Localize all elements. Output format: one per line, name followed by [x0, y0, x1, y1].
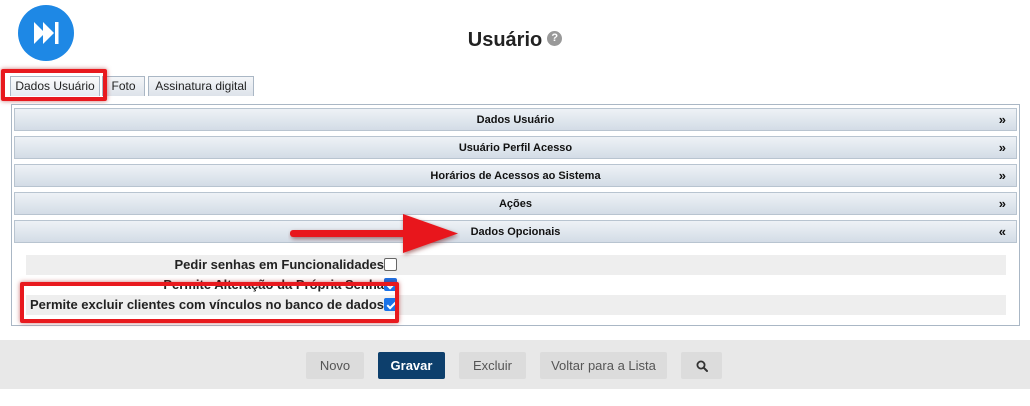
accordion-label: Horários de Acessos ao Sistema	[430, 170, 601, 182]
voltar-para-lista-button[interactable]: Voltar para a Lista	[540, 352, 667, 379]
option-row-alteracao-senha: Permite Alteração da Própria Senha	[26, 275, 1006, 295]
accordion-usuario-perfil-acesso[interactable]: Usuário Perfil Acesso »	[14, 136, 1017, 159]
option-row-excluir-clientes: Permite excluir clientes com vínculos no…	[26, 295, 1006, 315]
help-icon[interactable]: ?	[547, 31, 563, 47]
chevron-right-icon: »	[998, 140, 1006, 155]
accordion-label: Dados Usuário	[476, 114, 555, 126]
accordion-label: Ações	[498, 198, 533, 210]
search-icon	[696, 360, 708, 372]
search-button[interactable]	[681, 352, 722, 379]
novo-button[interactable]: Novo	[306, 352, 364, 379]
annotation-arrow-icon	[290, 214, 458, 253]
accordion-label: Dados Opcionais	[470, 226, 561, 238]
tab-dados-usuario[interactable]: Dados Usuário	[10, 76, 100, 96]
option-row-pedir-senhas: Pedir senhas em Funcionalidades	[26, 255, 1006, 275]
accordion-acoes[interactable]: Ações »	[14, 192, 1017, 215]
page-title-text: Usuário	[467, 29, 543, 51]
accordion-label: Usuário Perfil Acesso	[458, 142, 573, 154]
checkbox-excluir-clientes[interactable]	[384, 298, 397, 311]
chevron-right-icon: »	[998, 196, 1006, 211]
tab-assinatura-digital[interactable]: Assinatura digital	[148, 76, 254, 96]
option-label: Permite excluir clientes com vínculos no…	[30, 297, 384, 312]
option-label: Permite Alteração da Própria Senha	[163, 277, 384, 292]
excluir-button[interactable]: Excluir	[459, 352, 526, 379]
checkbox-alteracao-senha[interactable]	[384, 278, 397, 291]
checkbox-pedir-senhas[interactable]	[384, 258, 397, 271]
chevron-left-icon: «	[998, 224, 1006, 239]
page-title: Usuário?	[0, 29, 1030, 52]
form-panel: Dados Usuário » Usuário Perfil Acesso » …	[11, 104, 1020, 326]
chevron-right-icon: »	[998, 112, 1006, 127]
option-label: Pedir senhas em Funcionalidades	[174, 257, 384, 272]
accordion-dados-opcionais[interactable]: Dados Opcionais «	[14, 220, 1017, 243]
accordion-dados-usuario[interactable]: Dados Usuário »	[14, 108, 1017, 131]
tab-foto[interactable]: Foto	[102, 76, 145, 96]
gravar-button[interactable]: Gravar	[378, 352, 445, 379]
chevron-right-icon: »	[998, 168, 1006, 183]
accordion-horarios-acessos[interactable]: Horários de Acessos ao Sistema »	[14, 164, 1017, 187]
footer-toolbar: Novo Gravar Excluir Voltar para a Lista	[0, 340, 1030, 389]
